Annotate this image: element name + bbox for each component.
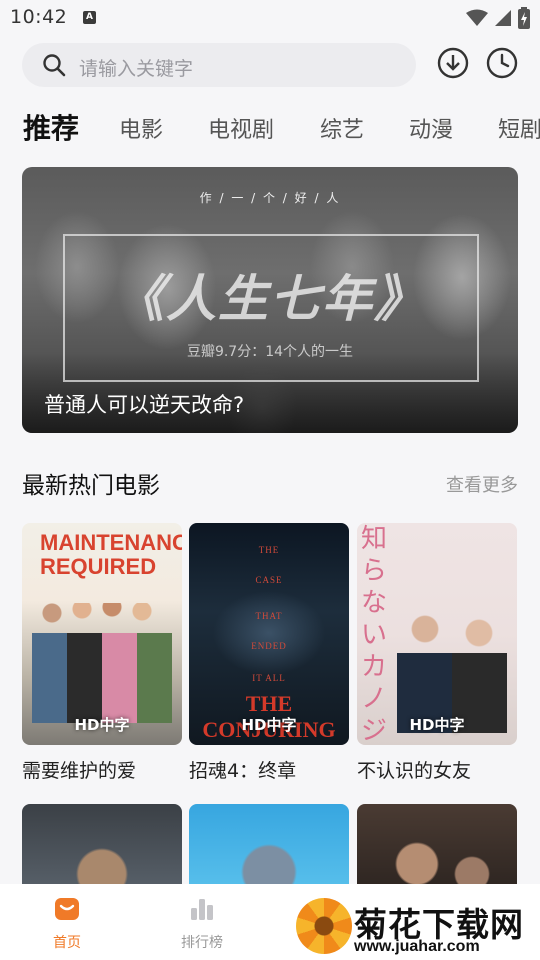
movie-card[interactable]: 知らないカノジョ HD中字 [357,523,517,745]
status-bar: 10:42 A [0,0,540,36]
quality-badge: HD中字 [409,716,465,734]
battery-icon [518,7,530,33]
poster-line: THAT [255,611,283,621]
home-icon [53,898,81,926]
nav-home[interactable]: 首页 [32,896,102,952]
quality-badge: HD中字 [241,716,297,734]
search-placeholder: 请输入关键字 [79,58,194,80]
poster-line: CASE [255,575,283,585]
poster-line: ENDED [251,641,287,651]
nav-ranking-label: 排行榜 [181,935,223,951]
quality-badge: HD中字 [74,716,130,734]
notification-a-icon: A [83,11,96,24]
movie-card[interactable] [357,804,517,894]
banner-top-text: 作 / 一 / 个 / 好 / 人 [199,191,341,205]
watermark: 菊花下载网 www.juahar.com [296,896,540,960]
movie-title[interactable]: 需要维护的爱 [22,756,136,783]
poster-line: THE [258,545,280,555]
movie-card[interactable]: MAINTENANCE REQUIRED HD中字 [22,523,182,745]
tab-tv-series[interactable]: 电视剧 [208,112,274,144]
download-icon[interactable] [437,47,469,79]
status-time: 10:42 [10,6,68,28]
banner-title: 《人生七年》 [114,270,426,328]
movie-card[interactable] [22,804,182,894]
tab-short-drama[interactable]: 短剧 [498,112,540,144]
poster-line: IT ALL [252,673,286,683]
movie-card[interactable]: THE CASE THAT ENDED IT ALL THE CONJURING… [189,523,349,745]
banner-subtitle: 豆瓣9.7分：14个人的一生 [186,344,354,360]
flower-logo-icon [296,898,352,954]
wifi-icon [466,9,488,31]
tab-anime[interactable]: 动漫 [409,112,453,144]
history-icon[interactable] [486,47,518,79]
see-more-link[interactable]: 查看更多 [446,471,518,497]
poster-title: MAINTENANCE REQUIRED [40,530,182,579]
movie-card[interactable] [189,804,349,894]
poster-title: 知らないカノジョ [361,524,388,745]
category-tabs: 推荐 电影 电视剧 综艺 动漫 短剧 [0,104,540,150]
tab-variety[interactable]: 综艺 [320,112,364,144]
ranking-icon [188,899,216,926]
signal-icon [494,9,512,31]
search-icon [42,53,66,81]
section-title: 最新热门电影 [22,473,160,499]
tab-movie[interactable]: 电影 [119,112,163,144]
tab-recommend[interactable]: 推荐 [23,107,79,147]
featured-banner[interactable]: 作 / 一 / 个 / 好 / 人 《人生七年》 豆瓣9.7分：14个人的一生 … [22,167,518,433]
movie-title[interactable]: 不认识的女友 [357,756,471,783]
nav-home-label: 首页 [53,935,81,951]
nav-ranking[interactable]: 排行榜 [167,896,237,952]
search-bar[interactable]: 请输入关键字 [22,43,416,87]
banner-caption: 普通人可以逆天改命? [44,393,245,417]
watermark-url: www.juahar.com [354,938,480,955]
movie-title[interactable]: 招魂4：终章 [189,756,296,783]
